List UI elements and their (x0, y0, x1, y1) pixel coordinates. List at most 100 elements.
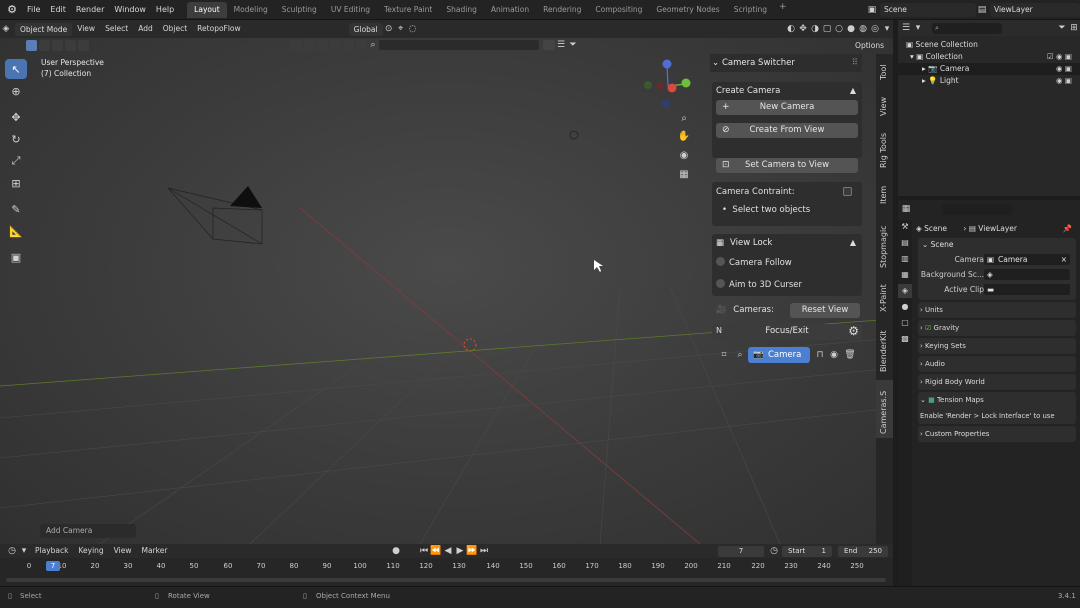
add-cube-tool-icon[interactable]: ▣ (5, 247, 27, 267)
tool-icon-4[interactable] (330, 39, 341, 51)
tab-cameras-s[interactable]: Cameras.S (876, 380, 893, 438)
measure-tool-icon[interactable]: 📐 (5, 221, 27, 241)
select-subtract-icon[interactable] (52, 39, 63, 51)
tab-rig-tools[interactable]: Rig Tools (876, 124, 893, 172)
annotate-tool-icon[interactable]: ✎ (5, 199, 27, 219)
scale-tool-icon[interactable]: ⤢ (5, 151, 27, 171)
tab-x-paint[interactable]: X-Paint (876, 276, 893, 316)
rotate-tool-icon[interactable]: ↻ (5, 129, 27, 149)
tab-geometry-nodes[interactable]: Geometry Nodes (649, 2, 726, 18)
light-object[interactable] (569, 130, 579, 140)
filter-funnel-icon[interactable]: ⏷ (567, 39, 579, 51)
3d-cursor[interactable] (463, 338, 477, 352)
start-frame-field[interactable]: Start 1 (782, 546, 832, 557)
gravity-panel[interactable]: › ☑ Gravity (918, 320, 1076, 336)
cursor-tool-icon[interactable]: ⊕ (5, 81, 27, 101)
camera-follow-radio[interactable] (716, 257, 725, 266)
jump-start-icon[interactable]: ⏮ (418, 545, 430, 557)
current-frame-field[interactable]: 7 (718, 546, 764, 557)
last-operator-panel[interactable]: Add Camera (40, 524, 136, 538)
texture-props-icon[interactable]: ▩ (898, 332, 912, 346)
render-props-icon[interactable]: ▤ (898, 236, 912, 250)
eye-icon[interactable]: ◉ (828, 349, 840, 361)
menu-render[interactable]: Render (71, 0, 109, 20)
view-layer-icon[interactable]: ▤ (976, 4, 988, 16)
select-mode-icon[interactable] (26, 39, 37, 51)
orientation-dropdown[interactable]: Global (348, 22, 383, 36)
playhead[interactable]: 7 (46, 561, 60, 571)
outliner-funnel-icon[interactable]: ⏷ (1056, 22, 1068, 34)
timeline-editor-icon[interactable]: ◷ (6, 545, 18, 557)
visibility-icon[interactable]: ◐ (785, 23, 797, 35)
select-box-tool-icon[interactable]: ↖ (5, 59, 27, 79)
record-icon[interactable]: ● (390, 545, 402, 557)
pivot-icon[interactable]: ⊙ (383, 23, 395, 35)
select-invert-icon[interactable] (65, 39, 76, 51)
scene-collection-row[interactable]: ▣ Scene Collection (898, 39, 1080, 51)
camera-visibility-icons[interactable]: ◉ ▣ (1056, 63, 1072, 75)
world-props-icon[interactable]: ● (898, 300, 912, 314)
tab-modeling[interactable]: Modeling (227, 2, 275, 18)
properties-search[interactable] (942, 203, 1012, 215)
tab-compositing[interactable]: Compositing (588, 2, 649, 18)
view-layer-field[interactable]: ViewLayer (990, 3, 1080, 17)
options-dropdown[interactable]: Options (850, 38, 889, 52)
reset-view-button[interactable]: Reset View (790, 303, 860, 318)
audio-panel[interactable]: › Audio (918, 356, 1076, 372)
shading-options-icon[interactable]: ▾ (881, 23, 893, 35)
prev-key-icon[interactable]: ⏪ (430, 545, 442, 557)
outliner-editor-icon[interactable]: ☰ (900, 22, 912, 34)
zoom-icon[interactable]: ⌕ (676, 111, 692, 127)
properties-editor-icon[interactable]: ▦ (900, 203, 912, 215)
tab-tool[interactable]: Tool (876, 54, 893, 84)
shading-render-icon[interactable]: ◎ (869, 23, 881, 35)
jump-end-icon[interactable]: ⏭ (478, 545, 490, 557)
end-frame-field[interactable]: End 250 (838, 546, 888, 557)
tool-icon-6[interactable] (356, 39, 367, 51)
tool-icon-3[interactable] (317, 39, 328, 51)
navigation-gizmo[interactable] (640, 58, 696, 114)
view-lock-title[interactable]: ▦ View Lock ▲ (712, 234, 862, 252)
mode-dropdown[interactable]: Object Mode (15, 22, 73, 36)
scene-panel-title[interactable]: ⌄ Scene (918, 238, 1076, 252)
camera-row[interactable]: ▸ 📷 Camera ◉ ▣ (898, 63, 1080, 75)
camera-item-active[interactable]: 📷 Camera (748, 347, 810, 363)
gravity-checkbox[interactable]: ☑ (925, 324, 931, 332)
grid-perspective-icon[interactable]: ▦ (676, 167, 692, 183)
xray-icon[interactable]: ▢ (821, 23, 833, 35)
create-camera-title[interactable]: Create Camera ▲ (712, 82, 862, 100)
new-camera-button[interactable]: + New Camera (716, 100, 858, 115)
shading-material-icon[interactable]: ◍ (857, 23, 869, 35)
clear-icon[interactable]: × (1061, 254, 1067, 265)
camera-view-icon[interactable]: ◉ (676, 148, 692, 164)
pan-hand-icon[interactable]: ✋ (676, 129, 692, 145)
tool-icon-1[interactable] (291, 39, 302, 51)
tab-rendering[interactable]: Rendering (536, 2, 588, 18)
collection-visibility-icons[interactable]: ☑ ◉ ▣ (1047, 51, 1072, 63)
output-props-icon[interactable]: ▥ (898, 252, 912, 266)
trash-icon[interactable]: 🗑 (844, 349, 856, 361)
snap-icon[interactable]: ⌖ (395, 23, 407, 35)
light-visibility-icons[interactable]: ◉ ▣ (1056, 75, 1072, 87)
tab-animation[interactable]: Animation (484, 2, 536, 18)
timeline-ruler[interactable]: 0 10 20 30 40 50 60 70 80 90 100 110 120… (0, 558, 893, 586)
scene-props-icon[interactable]: ◈ (898, 284, 912, 298)
light-row[interactable]: ▸ 💡 Light ◉ ▣ (898, 75, 1080, 87)
outliner-search[interactable]: ⌕ (932, 22, 1002, 34)
custom-properties-panel[interactable]: › Custom Properties (918, 426, 1076, 442)
lock-icon[interactable]: ⊓ (814, 349, 826, 361)
proportional-icon[interactable]: ◌ (407, 23, 419, 35)
editor-type-icon[interactable]: ◈ (0, 23, 12, 35)
tab-stopmagic[interactable]: Stopmagic (876, 212, 893, 272)
tab-scripting[interactable]: Scripting (727, 2, 774, 18)
tool-icon-2[interactable] (304, 39, 315, 51)
menu-add[interactable]: Add (133, 20, 158, 38)
view-layer-props-icon[interactable]: ▦ (898, 268, 912, 282)
scene-camera-field[interactable]: ▣ Camera × (984, 254, 1070, 265)
tool-icon-5[interactable] (343, 39, 354, 51)
move-tool-icon[interactable]: ✥ (5, 107, 27, 127)
camera-outline-icon[interactable]: ⌗ (718, 349, 730, 361)
scene-icon[interactable]: ▣ (866, 4, 878, 16)
tab-uv-editing[interactable]: UV Editing (324, 2, 377, 18)
header-search-icon[interactable]: ⌕ (367, 39, 379, 51)
